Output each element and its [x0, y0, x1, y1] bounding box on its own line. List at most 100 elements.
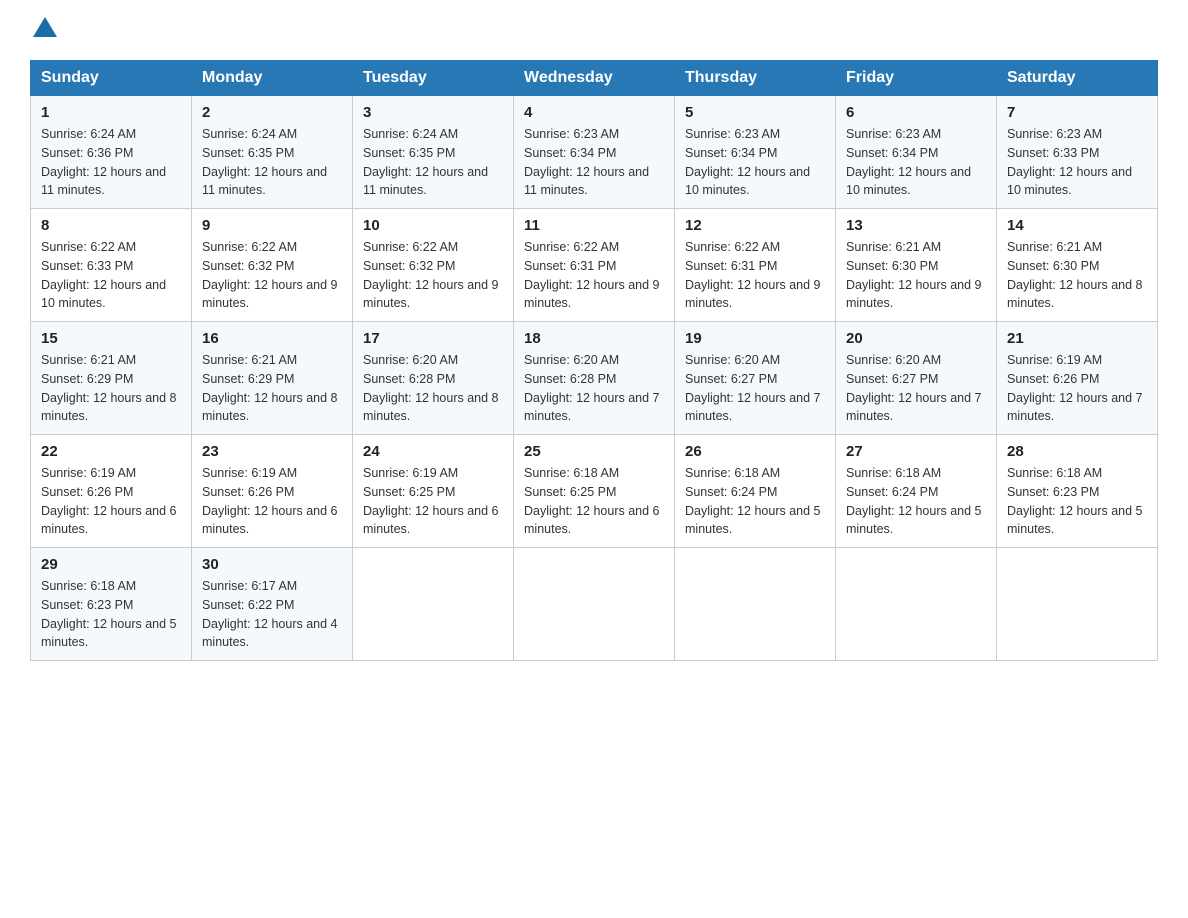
col-header-sunday: Sunday [31, 61, 192, 96]
day-number: 7 [1007, 104, 1147, 121]
day-number: 16 [202, 330, 342, 347]
day-number: 4 [524, 104, 664, 121]
calendar-cell: 16 Sunrise: 6:21 AMSunset: 6:29 PMDayligh… [192, 322, 353, 435]
calendar-cell: 26 Sunrise: 6:18 AMSunset: 6:24 PMDayligh… [675, 435, 836, 548]
calendar-cell: 15 Sunrise: 6:21 AMSunset: 6:29 PMDayligh… [31, 322, 192, 435]
day-number: 12 [685, 217, 825, 234]
calendar-cell: 2 Sunrise: 6:24 AMSunset: 6:35 PMDaylight… [192, 96, 353, 209]
day-sun-info: Sunrise: 6:21 AMSunset: 6:29 PMDaylight:… [41, 351, 181, 426]
day-number: 6 [846, 104, 986, 121]
day-sun-info: Sunrise: 6:22 AMSunset: 6:31 PMDaylight:… [524, 238, 664, 313]
calendar-cell: 3 Sunrise: 6:24 AMSunset: 6:35 PMDaylight… [353, 96, 514, 209]
col-header-saturday: Saturday [997, 61, 1158, 96]
day-sun-info: Sunrise: 6:18 AMSunset: 6:23 PMDaylight:… [1007, 464, 1147, 539]
calendar-cell: 27Sunrise: 6:18 AMSunset: 6:24 PMDayligh… [836, 435, 997, 548]
day-sun-info: Sunrise: 6:19 AMSunset: 6:26 PMDaylight:… [41, 464, 181, 539]
calendar-cell: 11 Sunrise: 6:22 AMSunset: 6:31 PMDayligh… [514, 209, 675, 322]
col-header-thursday: Thursday [675, 61, 836, 96]
calendar-week-row: 8 Sunrise: 6:22 AMSunset: 6:33 PMDaylight… [31, 209, 1158, 322]
calendar-cell: 19 Sunrise: 6:20 AMSunset: 6:27 PMDayligh… [675, 322, 836, 435]
day-number: 15 [41, 330, 181, 347]
day-sun-info: Sunrise: 6:18 AMSunset: 6:23 PMDaylight:… [41, 577, 181, 652]
calendar-cell: 20Sunrise: 6:20 AMSunset: 6:27 PMDayligh… [836, 322, 997, 435]
calendar-week-row: 22 Sunrise: 6:19 AMSunset: 6:26 PMDayligh… [31, 435, 1158, 548]
calendar-cell: 14Sunrise: 6:21 AMSunset: 6:30 PMDayligh… [997, 209, 1158, 322]
calendar-cell: 1 Sunrise: 6:24 AMSunset: 6:36 PMDaylight… [31, 96, 192, 209]
calendar-cell: 22 Sunrise: 6:19 AMSunset: 6:26 PMDayligh… [31, 435, 192, 548]
day-sun-info: Sunrise: 6:24 AMSunset: 6:35 PMDaylight:… [363, 125, 503, 200]
day-number: 9 [202, 217, 342, 234]
calendar-cell: 8 Sunrise: 6:22 AMSunset: 6:33 PMDaylight… [31, 209, 192, 322]
col-header-wednesday: Wednesday [514, 61, 675, 96]
day-number: 10 [363, 217, 503, 234]
day-sun-info: Sunrise: 6:19 AMSunset: 6:25 PMDaylight:… [363, 464, 503, 539]
day-number: 5 [685, 104, 825, 121]
calendar-cell: 25 Sunrise: 6:18 AMSunset: 6:25 PMDayligh… [514, 435, 675, 548]
day-sun-info: Sunrise: 6:23 AMSunset: 6:34 PMDaylight:… [846, 125, 986, 200]
day-number: 8 [41, 217, 181, 234]
day-number: 3 [363, 104, 503, 121]
calendar-week-row: 1 Sunrise: 6:24 AMSunset: 6:36 PMDaylight… [31, 96, 1158, 209]
logo-triangle-icon [33, 17, 57, 37]
day-number: 29 [41, 556, 181, 573]
day-number: 17 [363, 330, 503, 347]
day-sun-info: Sunrise: 6:23 AMSunset: 6:33 PMDaylight:… [1007, 125, 1147, 200]
day-sun-info: Sunrise: 6:18 AMSunset: 6:25 PMDaylight:… [524, 464, 664, 539]
day-number: 24 [363, 443, 503, 460]
day-sun-info: Sunrise: 6:19 AMSunset: 6:26 PMDaylight:… [1007, 351, 1147, 426]
day-sun-info: Sunrise: 6:22 AMSunset: 6:31 PMDaylight:… [685, 238, 825, 313]
calendar-week-row: 29 Sunrise: 6:18 AMSunset: 6:23 PMDayligh… [31, 548, 1158, 661]
day-number: 19 [685, 330, 825, 347]
day-number: 26 [685, 443, 825, 460]
calendar-cell: 7 Sunrise: 6:23 AMSunset: 6:33 PMDaylight… [997, 96, 1158, 209]
day-number: 23 [202, 443, 342, 460]
calendar-cell: 12 Sunrise: 6:22 AMSunset: 6:31 PMDayligh… [675, 209, 836, 322]
calendar-cell: 5 Sunrise: 6:23 AMSunset: 6:34 PMDaylight… [675, 96, 836, 209]
calendar-cell [675, 548, 836, 661]
calendar-week-row: 15 Sunrise: 6:21 AMSunset: 6:29 PMDayligh… [31, 322, 1158, 435]
day-sun-info: Sunrise: 6:22 AMSunset: 6:32 PMDaylight:… [363, 238, 503, 313]
calendar-cell [997, 548, 1158, 661]
calendar-cell: 29 Sunrise: 6:18 AMSunset: 6:23 PMDayligh… [31, 548, 192, 661]
day-sun-info: Sunrise: 6:21 AMSunset: 6:29 PMDaylight:… [202, 351, 342, 426]
calendar-cell: 17 Sunrise: 6:20 AMSunset: 6:28 PMDayligh… [353, 322, 514, 435]
day-number: 14 [1007, 217, 1147, 234]
calendar-cell: 21 Sunrise: 6:19 AMSunset: 6:26 PMDayligh… [997, 322, 1158, 435]
day-number: 18 [524, 330, 664, 347]
day-number: 1 [41, 104, 181, 121]
day-sun-info: Sunrise: 6:20 AMSunset: 6:27 PMDaylight:… [685, 351, 825, 426]
day-sun-info: Sunrise: 6:22 AMSunset: 6:33 PMDaylight:… [41, 238, 181, 313]
calendar-cell: 28 Sunrise: 6:18 AMSunset: 6:23 PMDayligh… [997, 435, 1158, 548]
day-sun-info: Sunrise: 6:23 AMSunset: 6:34 PMDaylight:… [685, 125, 825, 200]
calendar-cell [836, 548, 997, 661]
day-sun-info: Sunrise: 6:20 AMSunset: 6:28 PMDaylight:… [363, 351, 503, 426]
day-sun-info: Sunrise: 6:18 AMSunset: 6:24 PMDaylight:… [685, 464, 825, 539]
col-header-friday: Friday [836, 61, 997, 96]
calendar-cell: 10 Sunrise: 6:22 AMSunset: 6:32 PMDayligh… [353, 209, 514, 322]
day-sun-info: Sunrise: 6:19 AMSunset: 6:26 PMDaylight:… [202, 464, 342, 539]
calendar-cell: 23 Sunrise: 6:19 AMSunset: 6:26 PMDayligh… [192, 435, 353, 548]
day-sun-info: Sunrise: 6:24 AMSunset: 6:36 PMDaylight:… [41, 125, 181, 200]
calendar-cell: 24 Sunrise: 6:19 AMSunset: 6:25 PMDayligh… [353, 435, 514, 548]
day-number: 25 [524, 443, 664, 460]
logo [30, 20, 59, 40]
calendar-table: SundayMondayTuesdayWednesdayThursdayFrid… [30, 60, 1158, 661]
day-sun-info: Sunrise: 6:20 AMSunset: 6:28 PMDaylight:… [524, 351, 664, 426]
calendar-cell: 4Sunrise: 6:23 AMSunset: 6:34 PMDaylight… [514, 96, 675, 209]
calendar-cell: 30Sunrise: 6:17 AMSunset: 6:22 PMDayligh… [192, 548, 353, 661]
col-header-monday: Monday [192, 61, 353, 96]
day-number: 11 [524, 217, 664, 234]
calendar-cell: 18 Sunrise: 6:20 AMSunset: 6:28 PMDayligh… [514, 322, 675, 435]
day-number: 2 [202, 104, 342, 121]
calendar-cell: 9 Sunrise: 6:22 AMSunset: 6:32 PMDaylight… [192, 209, 353, 322]
day-sun-info: Sunrise: 6:21 AMSunset: 6:30 PMDaylight:… [846, 238, 986, 313]
day-number: 21 [1007, 330, 1147, 347]
day-number: 22 [41, 443, 181, 460]
day-sun-info: Sunrise: 6:18 AMSunset: 6:24 PMDaylight:… [846, 464, 986, 539]
day-number: 20 [846, 330, 986, 347]
day-sun-info: Sunrise: 6:22 AMSunset: 6:32 PMDaylight:… [202, 238, 342, 313]
day-number: 13 [846, 217, 986, 234]
day-sun-info: Sunrise: 6:24 AMSunset: 6:35 PMDaylight:… [202, 125, 342, 200]
day-number: 28 [1007, 443, 1147, 460]
col-header-tuesday: Tuesday [353, 61, 514, 96]
